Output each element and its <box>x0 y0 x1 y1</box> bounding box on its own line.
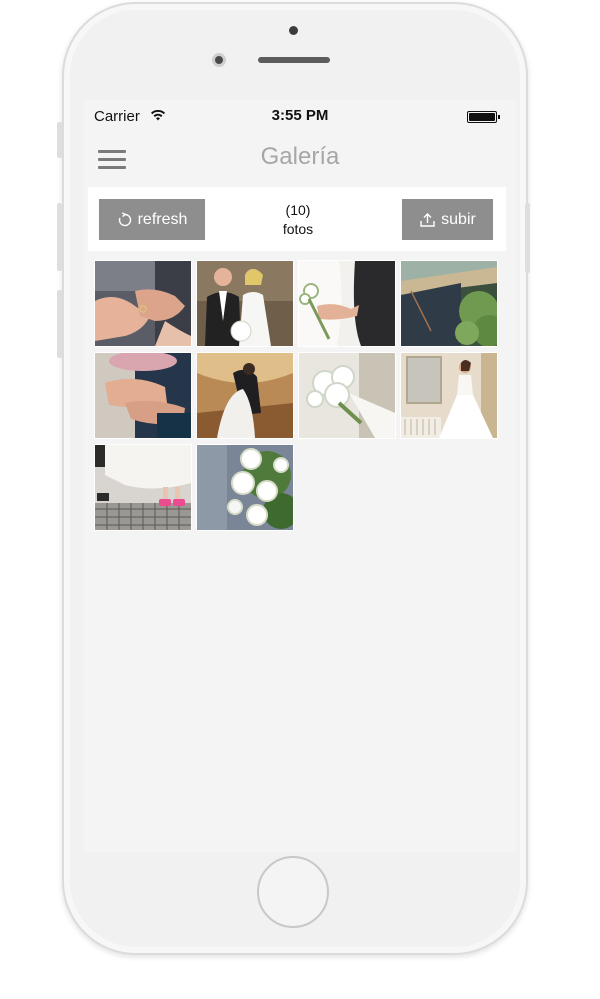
mute-switch <box>57 122 62 158</box>
photo-count-label: fotos <box>282 221 314 237</box>
hands-with-bouquet-image <box>95 353 191 438</box>
couple-kissing-on-bridge-image <box>197 353 293 438</box>
white-flower-bouquet-image <box>299 353 395 438</box>
refresh-icon <box>118 211 131 226</box>
white-roses-bouquet-closeup-image <box>197 445 293 530</box>
gallery-photo[interactable] <box>94 444 192 531</box>
upload-label: subir <box>441 210 476 228</box>
upload-button[interactable]: subir <box>402 199 493 240</box>
status-bar: Carrier 3:55 PM <box>84 100 516 132</box>
refresh-label: refresh <box>137 210 188 228</box>
front-camera <box>212 53 226 67</box>
refresh-button[interactable]: refresh <box>99 199 205 240</box>
outdoor-scene-with-trees-image <box>401 261 497 346</box>
status-time: 3:55 PM <box>271 107 329 124</box>
gallery-toolbar: refresh (10) fotos subir <box>88 187 506 251</box>
gallery-photo[interactable] <box>298 260 396 347</box>
page-title: Galería <box>260 143 340 170</box>
gallery-photo[interactable] <box>298 352 396 439</box>
power-button <box>525 203 530 273</box>
hands-with-rings-image <box>95 261 191 346</box>
gallery-photo[interactable] <box>400 260 498 347</box>
gallery-photo[interactable] <box>94 260 192 347</box>
home-button[interactable] <box>257 856 329 928</box>
photo-count: (10) fotos <box>258 201 338 239</box>
proximity-sensor <box>289 26 298 35</box>
bride-and-groom-portrait-image <box>197 261 293 346</box>
earpiece-speaker <box>258 57 330 63</box>
upload-icon <box>420 212 435 227</box>
bride-dress-with-pink-sneakers-image <box>95 445 191 530</box>
volume-down-button <box>57 290 62 358</box>
bride-in-room-image <box>401 353 497 438</box>
navigation-bar: Galería <box>84 132 516 186</box>
gallery-photo[interactable] <box>400 352 498 439</box>
photo-count-value: (10) <box>285 202 311 218</box>
photo-grid <box>94 260 504 531</box>
gallery-photo[interactable] <box>94 352 192 439</box>
gallery-photo[interactable] <box>196 260 294 347</box>
couple-holding-hands-with-bouquet-image <box>299 261 395 346</box>
gallery-photo[interactable] <box>196 444 294 531</box>
volume-up-button <box>57 203 62 271</box>
gallery-photo[interactable] <box>196 352 294 439</box>
battery-icon <box>467 111 500 123</box>
screen: Carrier 3:55 PM Galería refresh (10) fot… <box>84 100 516 852</box>
